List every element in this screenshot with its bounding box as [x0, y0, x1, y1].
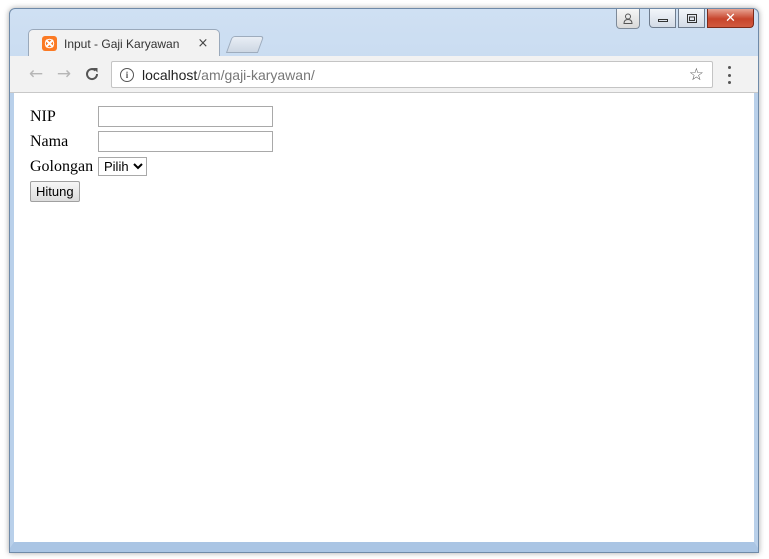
golongan-label: Golongan [30, 157, 94, 175]
tab-close-icon[interactable]: × [195, 36, 211, 51]
menu-dots-icon[interactable] [726, 65, 732, 85]
url-path: /am/gaji-karyawan/ [197, 66, 315, 83]
golongan-row: Golongan Pilih [30, 154, 273, 179]
url-host: localhost [142, 66, 198, 83]
nama-label: Nama [30, 132, 69, 150]
nip-input[interactable] [98, 106, 273, 127]
browser-window: ✕ Input - Gaji Karyawan × ← → i localhos… [9, 8, 759, 553]
nip-label: NIP [30, 107, 56, 125]
page-content: NIP Nama Golongan Pilih Hitung [10, 93, 758, 548]
info-icon[interactable]: i [120, 67, 134, 82]
salary-input-form: NIP Nama Golongan Pilih Hitung [30, 104, 273, 202]
new-tab-button[interactable] [225, 36, 265, 53]
close-icon: ✕ [725, 10, 736, 26]
reload-icon [86, 68, 99, 81]
hitung-button[interactable]: Hitung [30, 181, 80, 202]
minimize-icon [657, 19, 668, 22]
tab-title: Input - Gaji Karyawan [64, 36, 180, 51]
forward-button[interactable]: → [54, 64, 74, 84]
tab-active[interactable]: Input - Gaji Karyawan × [28, 29, 220, 57]
close-button[interactable]: ✕ [707, 9, 754, 28]
nip-row: NIP [30, 104, 273, 129]
forward-arrow-icon: → [56, 64, 72, 84]
bookmark-star-icon[interactable]: ☆ [689, 65, 704, 85]
maximize-button[interactable] [678, 9, 705, 28]
person-icon [623, 13, 633, 24]
address-bar[interactable]: i localhost/am/gaji-karyawan/ ☆ [111, 61, 713, 88]
nama-input[interactable] [98, 131, 273, 152]
minimize-button[interactable] [649, 9, 676, 28]
xampp-icon [42, 36, 57, 51]
maximize-icon [686, 13, 697, 23]
url-text[interactable]: localhost/am/gaji-karyawan/ [142, 67, 689, 83]
reload-button[interactable] [82, 64, 102, 84]
nama-row: Nama [30, 129, 273, 154]
window-controls: ✕ [649, 9, 754, 28]
profile-button[interactable] [616, 9, 640, 29]
back-button[interactable]: ← [26, 64, 46, 84]
browser-toolbar: ← → i localhost/am/gaji-karyawan/ ☆ [10, 56, 758, 93]
golongan-select[interactable]: Pilih [98, 157, 147, 176]
back-arrow-icon: ← [28, 64, 44, 84]
